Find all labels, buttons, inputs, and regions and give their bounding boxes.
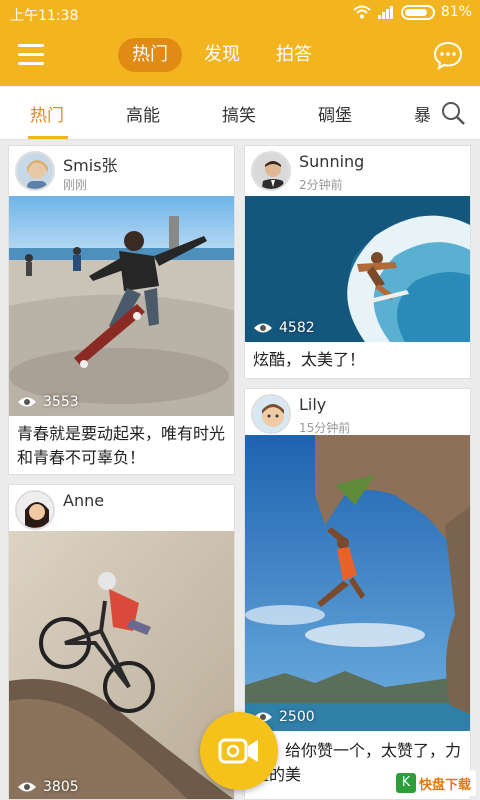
post-time: 15分钟前 <box>299 421 351 435</box>
sub-tab-high-energy[interactable]: 高能 <box>126 101 160 126</box>
status-bar: 上午11:38 81% <box>0 0 480 28</box>
eye-icon <box>18 397 36 407</box>
top-tab-photo-answer[interactable]: 拍答 <box>262 38 326 72</box>
record-video-button[interactable] <box>200 712 278 790</box>
top-tab-hot[interactable]: 热门 <box>118 38 182 72</box>
chat-icon[interactable] <box>432 40 464 70</box>
post-header: Lily 15分钟前 <box>245 389 470 439</box>
eye-icon <box>254 323 272 333</box>
view-count: 3805 <box>17 779 79 795</box>
battery-icon <box>400 4 435 20</box>
view-count-value: 3805 <box>43 779 79 795</box>
view-count-value: 3553 <box>43 394 79 410</box>
sub-tab-hot[interactable]: 热门 <box>30 101 64 126</box>
post-image[interactable]: 4582 <box>245 196 470 342</box>
post-header: Anne <box>9 485 234 535</box>
avatar[interactable] <box>15 151 55 191</box>
post-card[interactable]: Smis张 刚刚 3553 青春就是要动起来，唯有时光和青春不可辜负！ <box>8 145 235 475</box>
menu-icon[interactable] <box>18 44 46 66</box>
post-time: 刚刚 <box>63 178 88 192</box>
signal-icon <box>377 6 393 19</box>
author-name[interactable]: Sunning <box>299 152 364 171</box>
sub-tab-overflow[interactable]: 暴 <box>414 101 430 126</box>
top-tabs: 热门 发现 拍答 <box>118 38 334 72</box>
avatar[interactable] <box>251 394 291 434</box>
post-card[interactable]: Sunning 2分钟前 4582 炫酷，太美了！ <box>244 145 471 379</box>
view-count-value: 2500 <box>279 709 315 725</box>
avatar[interactable] <box>251 151 291 191</box>
post-caption[interactable]: 炫酷，太美了！ <box>253 348 464 372</box>
view-count: 4582 <box>253 320 315 336</box>
category-nav: 热门 高能 搞笑 碉堡 暴 <box>0 86 480 140</box>
watermark-text: 快盘下载 <box>419 777 472 793</box>
top-tab-discover[interactable]: 发现 <box>190 38 254 72</box>
sub-tab-awesome[interactable]: 碉堡 <box>318 101 352 126</box>
wifi-icon <box>353 5 371 19</box>
sub-tab-funny[interactable]: 搞笑 <box>222 101 256 126</box>
post-time: 2分钟前 <box>299 178 343 192</box>
author-name[interactable]: Smis张 <box>63 152 118 176</box>
active-tab-indicator <box>28 136 68 139</box>
post-card[interactable]: Lily 15分钟前 2500 哥，给你赞一个，太赞了，力量的美 <box>244 388 471 800</box>
author-name[interactable]: Anne <box>63 491 104 510</box>
post-header: Smis张 刚刚 <box>9 146 234 196</box>
view-count-value: 4582 <box>279 320 315 336</box>
avatar[interactable] <box>15 490 55 530</box>
author-name[interactable]: Lily <box>299 395 326 414</box>
video-camera-icon <box>218 738 258 764</box>
watermark-logo: K 快盘下载 <box>392 770 476 796</box>
post-caption[interactable]: 青春就是要动起来，唯有时光和青春不可辜负！ <box>17 422 228 470</box>
search-icon[interactable] <box>440 100 466 126</box>
eye-icon <box>18 782 36 792</box>
post-image[interactable]: 2500 <box>245 435 470 731</box>
view-count: 3553 <box>17 394 79 410</box>
post-image[interactable]: 3553 <box>9 196 234 416</box>
post-header: Sunning 2分钟前 <box>245 146 470 196</box>
watermark-k-icon: K <box>396 773 416 793</box>
battery-percent: 81% <box>440 4 472 20</box>
status-time: 上午11:38 <box>10 8 79 24</box>
